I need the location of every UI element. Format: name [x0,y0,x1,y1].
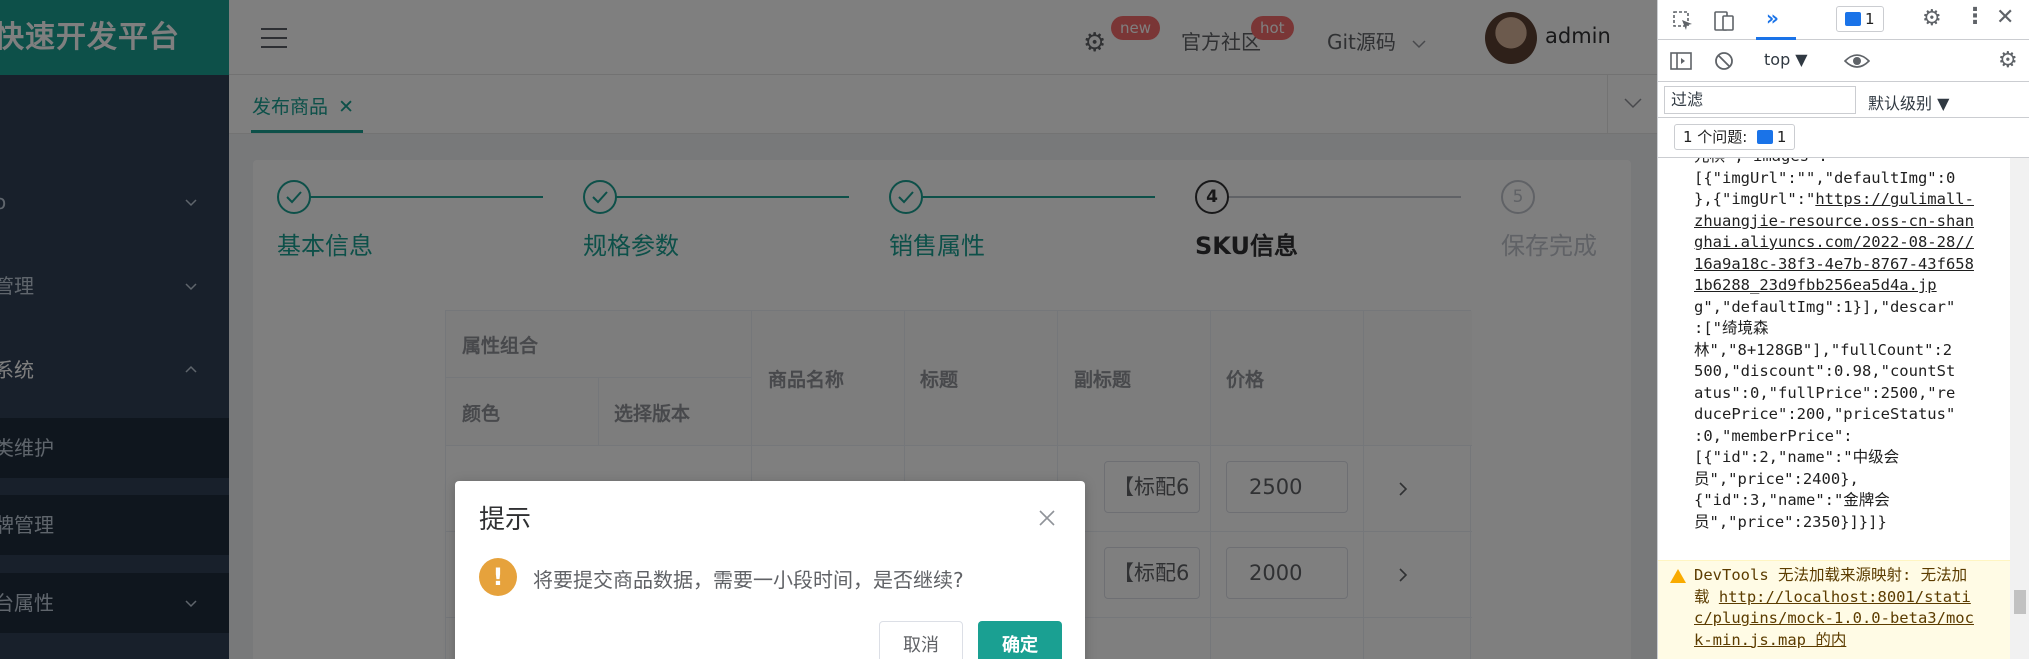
message-icon [1756,130,1773,144]
dialog-title: 提示 [479,505,532,535]
console-log-entry: 元棋","images": [{"imgUrl":"","defaultImg"… [1694,158,1974,533]
close-icon[interactable] [1038,509,1056,527]
issues-badge-count: 1 [1776,128,1787,146]
console-settings-icon[interactable]: ⚙ [1998,48,2018,73]
inspect-element-icon[interactable] [1672,10,1694,32]
issues-counter[interactable]: 1 [1836,6,1884,32]
context-selector[interactable]: top ▼ [1764,50,1808,69]
more-tabs-icon[interactable]: » [1766,6,1779,30]
filter-input[interactable]: 过滤 [1664,86,1856,114]
filter-bar: 过滤 默认级别 ▼ [1658,82,2029,118]
scrollbar-thumb[interactable] [2014,590,2026,614]
confirm-button[interactable]: 确定 [978,621,1062,659]
dialog-message: 将要提交商品数据，需要一小段时间，是否继续? [533,568,964,592]
close-icon[interactable]: ✕ [1996,5,2014,30]
log-level-label: 默认级别 [1868,94,1933,113]
warning-icon: ! [479,558,517,596]
confirm-dialog: 提示 ! 将要提交商品数据，需要一小段时间，是否继续? 取消 确定 [455,481,1085,659]
warning-link[interactable]: http://localhost:8001/static/plugins/moc… [1694,588,1974,649]
more-options-icon[interactable]: ⋮ [1964,4,1986,29]
issues-count: 1 [1865,10,1875,28]
devtools-toolbar: » 1 ⚙ ⋮ ✕ [1658,0,2029,40]
log-text: g","defaultImg":1}],"descar" :["绮境森 林","… [1694,297,1956,531]
cancel-button[interactable]: 取消 [879,621,963,659]
eye-icon[interactable] [1844,52,1870,70]
clear-console-icon[interactable] [1714,51,1734,71]
sidebar-toggle-icon[interactable] [1670,51,1692,71]
console-warning-entry: DevTools 无法加载来源映射: 无法加载 http://localhost… [1658,560,2010,659]
issues-label: 1 个问题: [1683,128,1748,146]
issues-link[interactable]: 1 个问题: 1 [1674,124,1796,150]
device-toolbar-icon[interactable] [1712,9,1736,33]
log-level-selector[interactable]: 默认级别 ▼ [1868,90,1949,114]
devtools-panel: » 1 ⚙ ⋮ ✕ top ▼ ⚙ 过滤 默认级别 ▼ 1 个问题: 1 元棋"… [1657,0,2029,659]
warning-icon [1670,569,1686,583]
message-icon [1845,12,1861,26]
gear-icon[interactable]: ⚙ [1922,6,1942,31]
console-scrollbar[interactable] [2010,158,2029,659]
console-toolbar: top ▼ ⚙ [1658,40,2029,82]
console-output: 元棋","images": [{"imgUrl":"","defaultImg"… [1658,158,2010,659]
issues-bar: 1 个问题: 1 [1658,118,2029,158]
context-label: top [1764,50,1791,69]
